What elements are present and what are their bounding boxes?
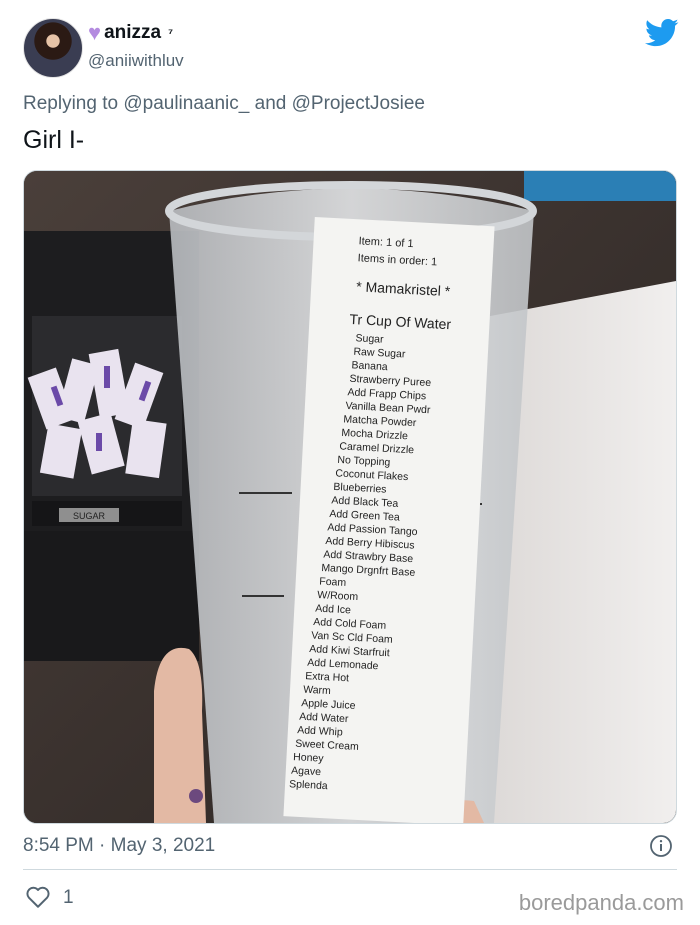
receipt-modifier: Splenda [289,778,328,792]
receipt-modifier: Add Whip [297,724,343,738]
twitter-bird-icon[interactable] [645,18,679,48]
like-count: 1 [63,887,74,908]
receipt-modifier: Agave [291,765,322,779]
divider [23,869,677,870]
name-suffix: ⁷ [168,26,174,40]
photo-scene: SUGAR Item: 1 of 1 Items in order: 1 * M… [24,171,676,823]
reply-prefix: Replying to [23,93,119,114]
info-icon[interactable] [649,834,673,858]
reply-context: Replying to @paulinaanic_ and @ProjectJo… [23,93,425,115]
purple-heart-icon: ♥ [88,20,102,45]
receipt-modifier: Sugar [355,332,384,345]
tweet-photo[interactable]: SUGAR Item: 1 of 1 Items in order: 1 * M… [23,170,677,824]
reply-and: and [254,93,287,114]
heart-outline-icon[interactable] [25,885,51,909]
tweet-text: Girl I- [23,126,85,154]
handle[interactable]: @aniiwithluv [88,51,184,71]
display-name[interactable]: anizza [104,22,161,44]
watermark: boredpanda.com [518,890,684,915]
receipt-modifier: Foam [319,576,347,589]
receipt-modifier: Warm [303,684,331,697]
bin-label: SUGAR [73,511,106,521]
receipt-modifier: Banana [351,359,388,373]
reply-mention-2[interactable]: @ProjectJosiee [292,93,425,114]
tweet-timestamp[interactable]: 8:54 PM · May 3, 2021 [23,835,215,857]
author-name-row[interactable]: ♥ anizza ⁷ [88,22,173,44]
receipt-modifier: W/Room [317,589,359,603]
avatar[interactable] [23,18,83,78]
receipt-modifier: Add Ice [315,603,351,617]
receipt-modifier: Extra Hot [305,670,349,684]
reply-mention-1[interactable]: @paulinaanic_ [123,93,249,114]
receipt-modifier: Honey [293,751,325,765]
